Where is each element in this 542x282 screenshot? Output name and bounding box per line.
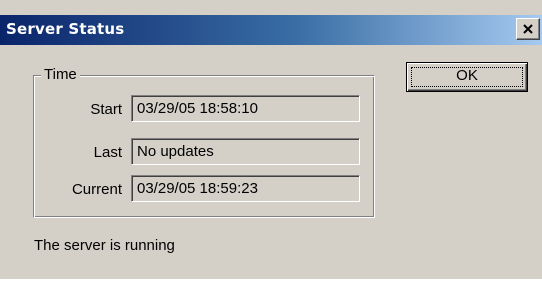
server-status-text: The server is running — [34, 237, 175, 254]
window-title: Server Status — [6, 20, 125, 38]
current-time-field[interactable]: 03/29/05 18:59:23 — [131, 175, 360, 202]
server-status-dialog: Server Status Time Start 03/29/05 18:58:… — [0, 0, 542, 279]
last-label: Last — [93, 144, 122, 161]
title-bar[interactable]: Server Status — [0, 15, 542, 45]
time-group-legend: Time — [41, 66, 80, 83]
current-label: Current — [71, 181, 122, 198]
start-time-field[interactable]: 03/29/05 18:58:10 — [131, 95, 360, 122]
close-button[interactable] — [516, 18, 540, 40]
close-icon — [523, 24, 533, 34]
start-label: Start — [90, 101, 122, 118]
ok-button[interactable]: OK — [406, 62, 528, 92]
last-update-field[interactable]: No updates — [131, 138, 360, 165]
